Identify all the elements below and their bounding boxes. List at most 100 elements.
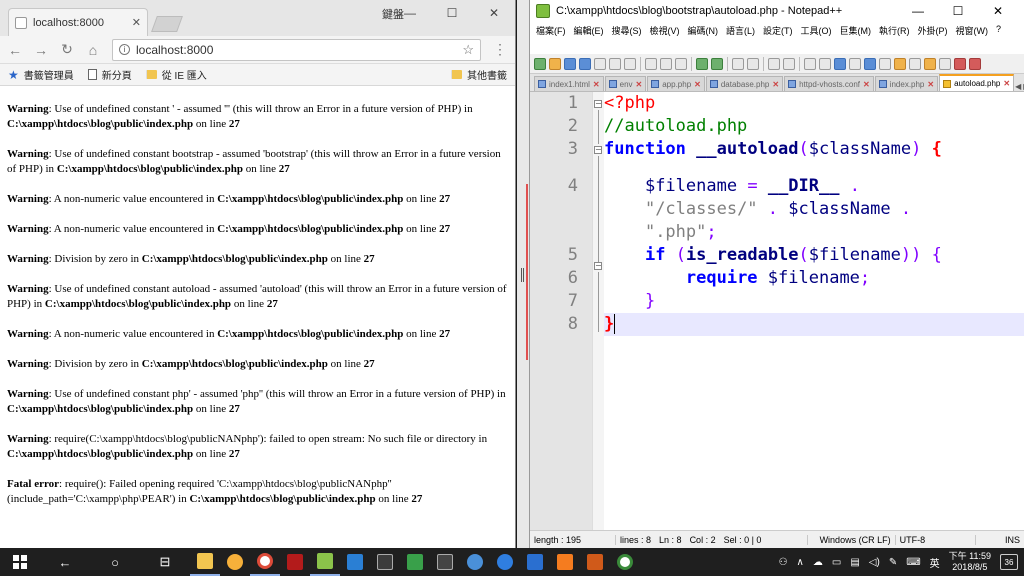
close-tab-icon[interactable]: ✕ <box>694 80 701 89</box>
volume-icon[interactable]: ◁) <box>869 557 880 568</box>
menu-item[interactable]: 語言(L) <box>726 24 755 37</box>
menu-item[interactable]: 外掛(P) <box>918 24 948 37</box>
recorder-icon[interactable] <box>220 548 250 576</box>
file-tab[interactable]: index1.html ✕ <box>534 76 604 91</box>
browser-tab[interactable]: localhost:8000 ✕ <box>8 8 148 36</box>
back-arrow-icon[interactable]: ← <box>40 548 90 576</box>
new-tab-button[interactable] <box>151 16 183 32</box>
app-green-icon[interactable] <box>400 548 430 576</box>
open-file-icon[interactable] <box>549 57 561 70</box>
notification-center-icon[interactable]: 36 <box>1000 554 1018 570</box>
reload-icon[interactable]: ↻ <box>60 41 74 58</box>
xampp-icon[interactable] <box>550 548 580 576</box>
keyboard-icon[interactable]: ⌨ <box>906 557 920 568</box>
close-tab-icon[interactable]: ✕ <box>927 80 934 89</box>
function-list-icon[interactable] <box>909 57 921 70</box>
zoom-in-icon[interactable] <box>768 57 780 70</box>
code-editor[interactable]: 1 2 3 4 5 6 7 8 − − − <?php //autoload.php func… <box>530 92 1024 530</box>
file-explorer-icon[interactable] <box>190 548 220 576</box>
home-icon[interactable]: ⌂ <box>86 42 100 58</box>
file-tab[interactable]: env ✕ <box>604 76 647 91</box>
close-icon[interactable]: ✕ <box>473 0 515 26</box>
file-tab[interactable]: autoload.php ✕ <box>939 74 1015 91</box>
terminal-icon[interactable] <box>430 548 460 576</box>
file-tab[interactable]: httpd-vhosts.conf ✕ <box>784 76 874 91</box>
menu-item[interactable]: 視窗(W) <box>956 24 989 37</box>
menu-item[interactable]: ? <box>996 24 1001 37</box>
redo-icon[interactable] <box>711 57 723 70</box>
indent-guide-icon[interactable] <box>864 57 876 70</box>
close-file-icon[interactable] <box>594 57 606 70</box>
back-icon[interactable]: ← <box>8 42 22 58</box>
file-tab[interactable]: app.php ✕ <box>647 76 705 91</box>
undo-icon[interactable] <box>696 57 708 70</box>
find-icon[interactable] <box>732 57 744 70</box>
menu-item[interactable]: 執行(R) <box>879 24 910 37</box>
menu-dots-icon[interactable]: ⋮ <box>493 41 507 58</box>
edge-icon[interactable] <box>490 548 520 576</box>
menu-item[interactable]: 編輯(E) <box>574 24 604 37</box>
pen-icon[interactable]: ✎ <box>889 557 897 568</box>
chrome-icon[interactable] <box>250 548 280 576</box>
bookmark-import-ie[interactable]: 從 IE 匯入 <box>145 67 207 82</box>
people-icon[interactable]: ⚇ <box>779 557 788 568</box>
window-splitter[interactable] <box>517 0 529 548</box>
sync-h-icon[interactable] <box>819 57 831 70</box>
task-view-icon[interactable]: ⊟ <box>140 548 190 576</box>
print-icon[interactable] <box>624 57 636 70</box>
menu-item[interactable]: 巨集(M) <box>840 24 872 37</box>
ime-indicator[interactable]: 英 <box>930 555 940 570</box>
replace-icon[interactable] <box>747 57 759 70</box>
file-tab[interactable]: database.php ✕ <box>705 76 784 91</box>
fold-minus-icon[interactable]: − <box>594 262 602 270</box>
bookmark-new-tab[interactable]: 新分頁 <box>87 67 132 82</box>
address-bar[interactable]: i localhost:8000 ☆ <box>112 38 481 61</box>
bookmark-star-icon[interactable]: ☆ <box>462 42 474 58</box>
status-encoding[interactable]: UTF-8 <box>896 534 976 545</box>
close-tab-icon[interactable]: ✕ <box>132 16 141 29</box>
info-icon[interactable]: i <box>119 44 130 55</box>
git-icon[interactable] <box>370 548 400 576</box>
notepadpp-icon[interactable] <box>310 548 340 576</box>
maximize-icon[interactable]: ☐ <box>431 0 473 26</box>
menu-item[interactable]: 檢視(V) <box>650 24 680 37</box>
start-windows-icon[interactable] <box>0 548 40 576</box>
paste-icon[interactable] <box>675 57 687 70</box>
copy-icon[interactable] <box>660 57 672 70</box>
store-icon[interactable] <box>520 548 550 576</box>
splitter-grip[interactable] <box>521 268 524 282</box>
bookmark-manager[interactable]: ★ 書籤管理員 <box>8 67 74 83</box>
fold-minus-icon[interactable]: − <box>594 146 602 154</box>
word-wrap-icon[interactable] <box>834 57 846 70</box>
menu-item[interactable]: 檔案(F) <box>536 24 566 37</box>
forward-icon[interactable]: → <box>34 42 48 58</box>
close-tab-icon[interactable]: ✕ <box>593 80 600 89</box>
onedrive-icon[interactable]: ☁ <box>813 557 823 568</box>
close-icon[interactable]: ✕ <box>978 4 1018 18</box>
close-tab-icon[interactable]: ✕ <box>863 80 870 89</box>
record-macro-icon[interactable] <box>954 57 966 70</box>
sync-scroll-icon[interactable] <box>804 57 816 70</box>
close-tab-icon[interactable]: ✕ <box>636 80 643 89</box>
menu-item[interactable]: 設定(T) <box>763 24 793 37</box>
close-all-icon[interactable] <box>609 57 621 70</box>
menu-item[interactable]: 編碼(N) <box>688 24 719 37</box>
save-all-icon[interactable] <box>579 57 591 70</box>
monitor-icon[interactable] <box>939 57 951 70</box>
filezilla-icon[interactable] <box>280 548 310 576</box>
tray-up-icon[interactable]: ∧ <box>797 557 804 568</box>
clock[interactable]: 下午 11:59 2018/8/5 <box>949 551 991 573</box>
app-dark-icon[interactable] <box>580 548 610 576</box>
tab-scroll-arrows[interactable]: ◀▶✕ <box>1015 82 1024 91</box>
other-bookmarks[interactable]: 其他書籤 <box>451 67 507 82</box>
chrome2-icon[interactable] <box>610 548 640 576</box>
new-file-icon[interactable] <box>534 57 546 70</box>
maximize-icon[interactable]: ☐ <box>938 4 978 18</box>
folder-workspace-icon[interactable] <box>924 57 936 70</box>
tab-left-icon[interactable]: ◀ <box>1015 82 1021 91</box>
cut-icon[interactable] <box>645 57 657 70</box>
menu-item[interactable]: 搜尋(S) <box>612 24 642 37</box>
code-area[interactable]: <?php //autoload.php function __autoload… <box>604 92 1024 530</box>
minimize-icon[interactable]: — <box>389 0 431 26</box>
zoom-out-icon[interactable] <box>783 57 795 70</box>
